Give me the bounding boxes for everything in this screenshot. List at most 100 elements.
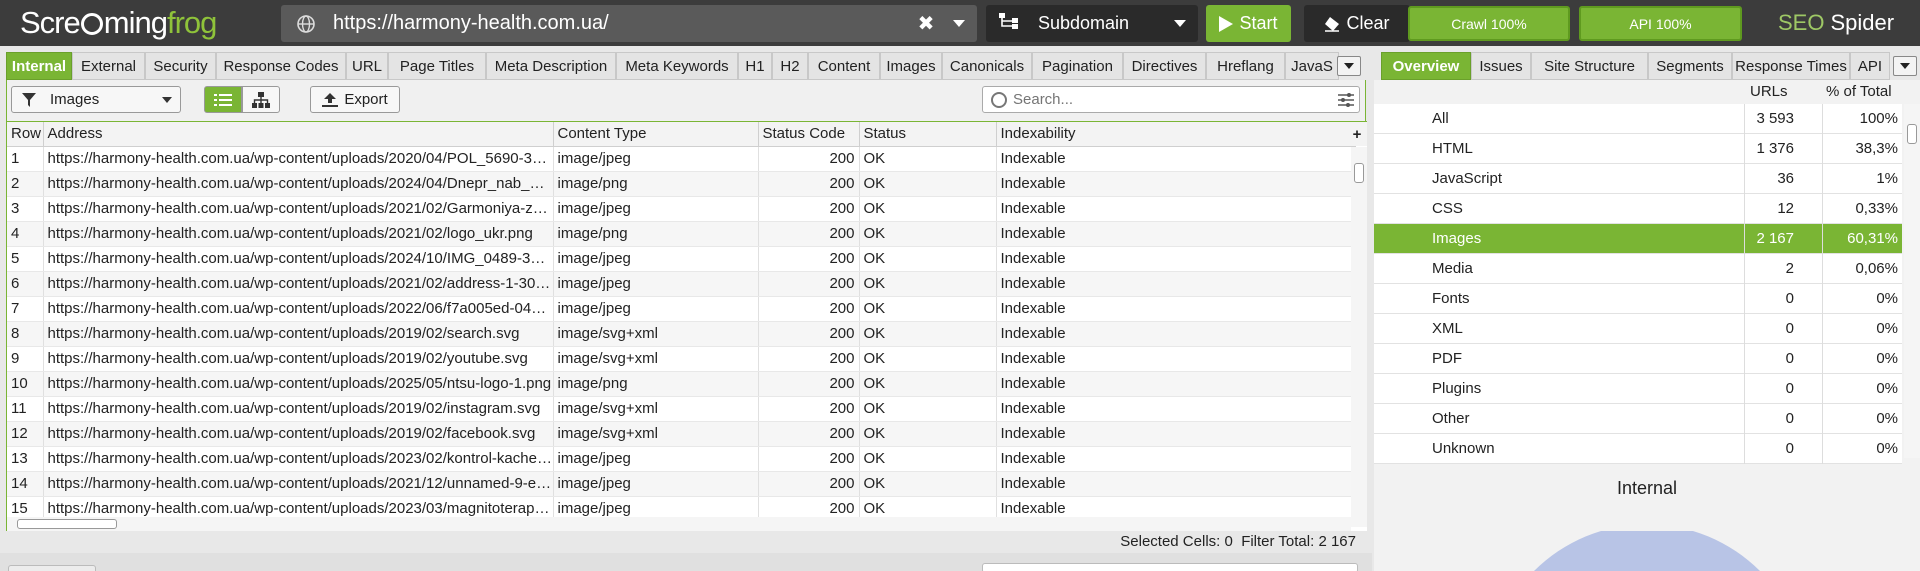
table-cell[interactable]: Indexable xyxy=(996,196,1356,222)
table-cell[interactable]: 200 xyxy=(758,396,860,422)
table-row[interactable]: 14 https://harmony-health.com.ua/wp-conte… xyxy=(7,471,1356,497)
url-history-dropdown-icon[interactable] xyxy=(941,19,977,28)
table-cell[interactable]: Indexable xyxy=(996,146,1356,172)
overview-col-percent[interactable]: % of Total xyxy=(1826,83,1892,100)
table-cell[interactable]: OK xyxy=(859,221,997,247)
table-cell[interactable]: 200 xyxy=(758,421,860,447)
start-button[interactable]: Start xyxy=(1206,5,1291,42)
overview-row[interactable]: Other 0 0% xyxy=(1374,404,1902,434)
table-cell[interactable]: https://harmony-health.com.ua/wp-content… xyxy=(43,446,554,472)
table-cell[interactable]: OK xyxy=(859,321,997,347)
table-cell[interactable]: https://harmony-health.com.ua/wp-content… xyxy=(43,421,554,447)
table-cell[interactable]: 200 xyxy=(758,221,860,247)
table-cell[interactable]: 200 xyxy=(758,446,860,472)
list-view-button[interactable] xyxy=(204,86,242,113)
clear-button[interactable]: Clear xyxy=(1304,5,1410,42)
table-cell[interactable]: image/jpeg xyxy=(553,246,759,272)
table-cell[interactable]: image/png xyxy=(553,221,759,247)
scrollbar-thumb[interactable] xyxy=(17,519,117,529)
overview-row[interactable]: Media 2 0,06% xyxy=(1374,254,1902,284)
table-cell[interactable]: OK xyxy=(859,421,997,447)
table-cell[interactable]: 200 xyxy=(758,296,860,322)
tab-page-titles[interactable]: Page Titles xyxy=(388,52,486,80)
tab-images[interactable]: Images xyxy=(880,52,942,80)
column-header[interactable]: Status Code xyxy=(758,122,860,147)
table-row[interactable]: 11 https://harmony-health.com.ua/wp-conte… xyxy=(7,396,1356,422)
table-cell[interactable]: Indexable xyxy=(996,371,1356,397)
table-cell[interactable]: https://harmony-health.com.ua/wp-content… xyxy=(43,271,554,297)
search-input[interactable] xyxy=(1013,91,1333,108)
table-cell[interactable]: https://harmony-health.com.ua/wp-content… xyxy=(43,171,554,197)
table-cell[interactable]: 9 xyxy=(7,346,44,372)
table-cell[interactable]: image/jpeg xyxy=(553,471,759,497)
table-cell[interactable]: https://harmony-health.com.ua/wp-content… xyxy=(43,196,554,222)
table-cell[interactable]: image/svg+xml xyxy=(553,421,759,447)
table-cell[interactable]: image/png xyxy=(553,171,759,197)
overview-row[interactable]: Plugins 0 0% xyxy=(1374,374,1902,404)
table-cell[interactable]: 200 xyxy=(758,146,860,172)
table-cell[interactable]: 7 xyxy=(7,296,44,322)
table-cell[interactable]: image/jpeg xyxy=(553,446,759,472)
tab-pagination[interactable]: Pagination xyxy=(1032,52,1123,80)
table-row[interactable]: 5 https://harmony-health.com.ua/wp-conten… xyxy=(7,246,1356,272)
tab-response-times[interactable]: Response Times xyxy=(1732,52,1850,80)
scrollbar-thumb[interactable] xyxy=(1354,163,1364,183)
table-cell[interactable]: https://harmony-health.com.ua/wp-content… xyxy=(43,396,554,422)
table-cell[interactable]: OK xyxy=(859,196,997,222)
table-cell[interactable]: OK xyxy=(859,371,997,397)
table-cell[interactable]: Indexable xyxy=(996,296,1356,322)
horizontal-scrollbar[interactable] xyxy=(7,517,1351,531)
overview-row[interactable]: Fonts 0 0% xyxy=(1374,284,1902,314)
tab-external[interactable]: External xyxy=(72,52,145,80)
table-cell[interactable]: https://harmony-health.com.ua/wp-content… xyxy=(43,346,554,372)
url-input[interactable]: https://harmony-health.com.ua/ xyxy=(333,12,911,35)
tab-h1[interactable]: H1 xyxy=(738,52,772,80)
overview-row[interactable]: All 3 593 100% xyxy=(1374,104,1902,134)
table-cell[interactable]: 200 xyxy=(758,171,860,197)
table-cell[interactable]: image/svg+xml xyxy=(553,321,759,347)
export-button[interactable]: Export xyxy=(310,86,400,113)
table-row[interactable]: 8 https://harmony-health.com.ua/wp-conten… xyxy=(7,321,1356,347)
search-settings-icon[interactable] xyxy=(1333,92,1359,107)
table-row[interactable]: 3 https://harmony-health.com.ua/wp-conten… xyxy=(7,196,1356,222)
tab-overview[interactable]: Overview xyxy=(1381,52,1471,80)
table-cell[interactable]: Indexable xyxy=(996,246,1356,272)
table-cell[interactable]: OK xyxy=(859,271,997,297)
search-box[interactable] xyxy=(982,86,1360,113)
tab-security[interactable]: Security xyxy=(145,52,216,80)
table-cell[interactable]: 200 xyxy=(758,246,860,272)
table-row[interactable]: 4 https://harmony-health.com.ua/wp-conten… xyxy=(7,221,1356,247)
table-cell[interactable]: Indexable xyxy=(996,346,1356,372)
table-row[interactable]: 7 https://harmony-health.com.ua/wp-conten… xyxy=(7,296,1356,322)
table-cell[interactable]: Indexable xyxy=(996,471,1356,497)
table-cell[interactable]: 200 xyxy=(758,196,860,222)
tab-canonicals[interactable]: Canonicals xyxy=(942,52,1032,80)
left-tabs-overflow-button[interactable] xyxy=(1337,56,1361,76)
tab-internal[interactable]: Internal xyxy=(6,52,72,80)
table-cell[interactable]: Indexable xyxy=(996,171,1356,197)
column-header[interactable]: Address xyxy=(43,122,554,147)
add-column-button[interactable]: + xyxy=(1347,122,1367,146)
tab-api[interactable]: API xyxy=(1850,52,1890,80)
clear-url-icon[interactable]: ✖ xyxy=(911,11,941,36)
overview-row[interactable]: Images 2 167 60,31% xyxy=(1374,224,1902,254)
table-row[interactable]: 12 https://harmony-health.com.ua/wp-conte… xyxy=(7,421,1356,447)
table-cell[interactable]: https://harmony-health.com.ua/wp-content… xyxy=(43,471,554,497)
table-cell[interactable]: OK xyxy=(859,346,997,372)
column-header[interactable]: Indexability xyxy=(996,122,1356,147)
table-cell[interactable]: OK xyxy=(859,296,997,322)
table-cell[interactable]: Indexable xyxy=(996,221,1356,247)
tab-site-structure[interactable]: Site Structure xyxy=(1531,52,1648,80)
table-cell[interactable]: image/jpeg xyxy=(553,271,759,297)
column-header[interactable]: Status xyxy=(859,122,997,147)
table-cell[interactable]: image/svg+xml xyxy=(553,396,759,422)
table-cell[interactable]: OK xyxy=(859,246,997,272)
table-cell[interactable]: Indexable xyxy=(996,421,1356,447)
vertical-scrollbar[interactable] xyxy=(1351,147,1367,527)
table-cell[interactable]: image/png xyxy=(553,371,759,397)
table-cell[interactable]: 2 xyxy=(7,171,44,197)
overview-row[interactable]: CSS 12 0,33% xyxy=(1374,194,1902,224)
scrollbar-thumb[interactable] xyxy=(1907,124,1917,144)
table-cell[interactable]: 200 xyxy=(758,271,860,297)
right-tabs-overflow-button[interactable] xyxy=(1893,56,1917,76)
